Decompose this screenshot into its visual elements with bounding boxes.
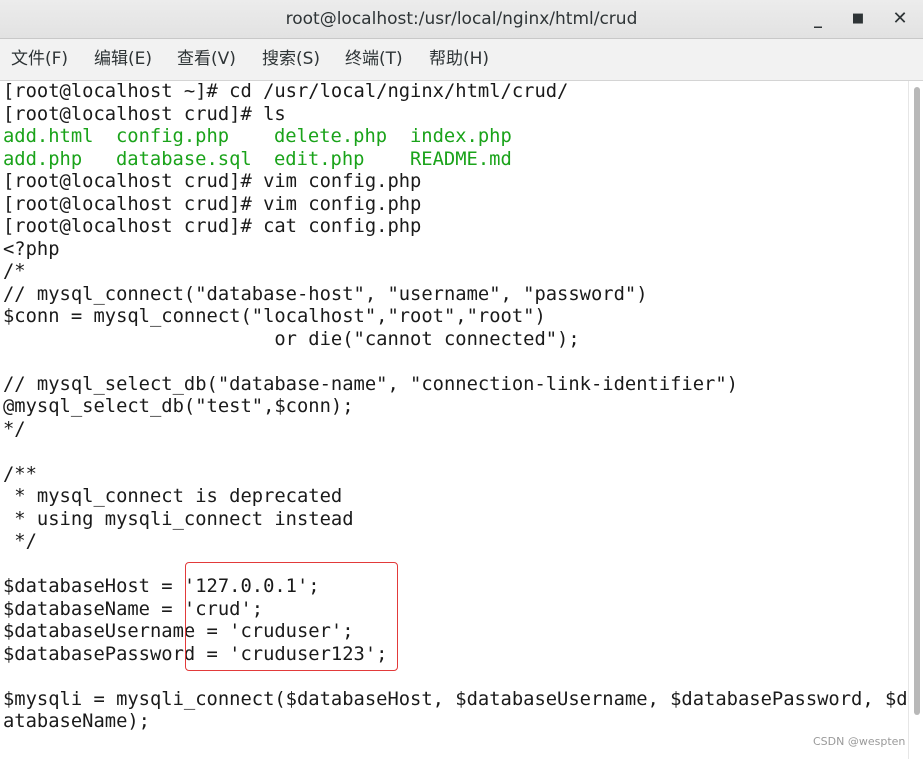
ls-output-row: add.php database.sql edit.php README.md — [3, 149, 512, 171]
ls-file-entry: index.php — [410, 126, 512, 147]
title-bar[interactable]: root@localhost:/usr/local/nginx/html/cru… — [0, 0, 923, 39]
terminal-line: or die("cannot connected"); — [3, 328, 580, 350]
terminal-line: atabaseName); — [3, 711, 150, 732]
ls-file-entry: edit.php — [274, 148, 365, 170]
terminal-line: $conn = mysql_connect("localhost","root"… — [3, 306, 546, 327]
vertical-scrollbar[interactable] — [908, 81, 923, 759]
terminal-line: [root@localhost crud]# vim config.php — [3, 171, 422, 192]
minimize-button[interactable]: _ — [803, 4, 833, 34]
ls-file-entry: add.html — [3, 126, 94, 147]
ls-file-entry: delete.php — [274, 126, 388, 147]
terminal-line: $mysqli = mysqli_connect($databaseHost, … — [3, 688, 908, 710]
menu-bar: 文件(F) 编辑(E) 查看(V) 搜索(S) 终端(T) 帮助(H) — [0, 39, 923, 81]
terminal-line: $databasePassword = 'cruduser123'; — [3, 643, 388, 665]
terminal-window: root@localhost:/usr/local/nginx/html/cru… — [0, 0, 923, 759]
close-button[interactable]: ✕ — [885, 4, 915, 34]
terminal-line: <?php — [3, 238, 60, 260]
ls-file-entry: add.php — [3, 148, 83, 170]
terminal-line: [root@localhost crud]# vim config.php — [3, 193, 422, 215]
menu-search[interactable]: 搜索(S) — [262, 39, 320, 80]
terminal-line: $databaseHost = '127.0.0.1'; — [3, 576, 320, 597]
terminal-line: /* — [3, 261, 26, 282]
ls-file-entry: config.php — [116, 126, 230, 147]
terminal-line: [root@localhost crud]# cat config.php — [3, 216, 422, 237]
terminal-line: /** — [3, 463, 37, 485]
menu-help[interactable]: 帮助(H) — [429, 39, 489, 80]
ls-file-entry: README.md — [410, 148, 512, 170]
terminal-line: $databaseUsername = 'cruduser'; — [3, 621, 354, 642]
terminal-output[interactable]: [root@localhost ~]# cd /usr/local/nginx/… — [0, 81, 908, 759]
terminal-line: [root@localhost ~]# cd /usr/local/nginx/… — [3, 81, 569, 102]
terminal-line: */ — [3, 531, 37, 552]
scrollbar-thumb[interactable] — [914, 87, 920, 715]
window-title: root@localhost:/usr/local/nginx/html/cru… — [285, 9, 638, 29]
menu-view[interactable]: 查看(V) — [177, 39, 236, 80]
terminal-line: * using mysqli_connect instead — [3, 508, 354, 530]
terminal-line: [root@localhost crud]# ls — [3, 103, 286, 125]
menu-edit[interactable]: 编辑(E) — [94, 39, 152, 80]
menu-terminal[interactable]: 终端(T) — [345, 39, 403, 80]
ls-file-entry: database.sql — [116, 148, 252, 170]
terminal-line: // mysql_connect("database-host", "usern… — [3, 283, 648, 305]
terminal-line: // mysql_select_db("database-name", "con… — [3, 373, 738, 395]
terminal-line: */ — [3, 418, 26, 440]
terminal-line: $databaseName = 'crud'; — [3, 598, 264, 620]
terminal-line: * mysql_connect is deprecated — [3, 486, 343, 507]
ls-output-row: add.html config.php delete.php index.php — [3, 126, 512, 148]
maximize-button[interactable]: ■ — [843, 4, 873, 34]
menu-file[interactable]: 文件(F) — [11, 39, 68, 80]
watermark: CSDN @wespten — [813, 735, 906, 748]
terminal-line: @mysql_select_db("test",$conn); — [3, 396, 354, 417]
